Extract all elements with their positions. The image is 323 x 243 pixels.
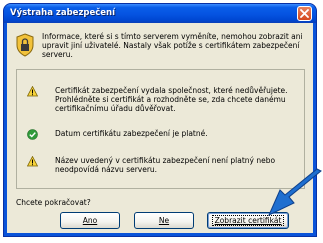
- problems-group: Certifikát zabezpečení vydala společnost…: [16, 69, 305, 189]
- warning-icon: [27, 86, 38, 97]
- check-icon: [27, 129, 38, 140]
- intro-text: Informace, které si s tímto serverem vym…: [42, 32, 303, 59]
- pointer-arrow-icon: [267, 168, 322, 217]
- problem-text: Certifikát zabezpečení vydala společnost…: [55, 86, 288, 113]
- yes-button-label: Ano: [82, 216, 98, 225]
- security-lock-icon: [16, 33, 34, 57]
- warning-icon: [27, 156, 38, 167]
- problem-text: Název uvedený v certifikátu zabezpečení …: [55, 156, 276, 174]
- dialog-title: Výstraha zabezpečení: [10, 8, 116, 18]
- no-button[interactable]: Ne: [134, 212, 194, 229]
- no-button-label: Ne: [158, 216, 170, 225]
- close-button[interactable]: [297, 6, 312, 21]
- problem-text: Datum certifikátu zabezpečení je platné.: [55, 129, 208, 138]
- close-icon: [300, 9, 309, 18]
- yes-button[interactable]: Ano: [60, 212, 120, 229]
- title-bar[interactable]: Výstraha zabezpečení: [4, 4, 316, 23]
- continue-question: Chcete pokračovat?: [16, 198, 91, 207]
